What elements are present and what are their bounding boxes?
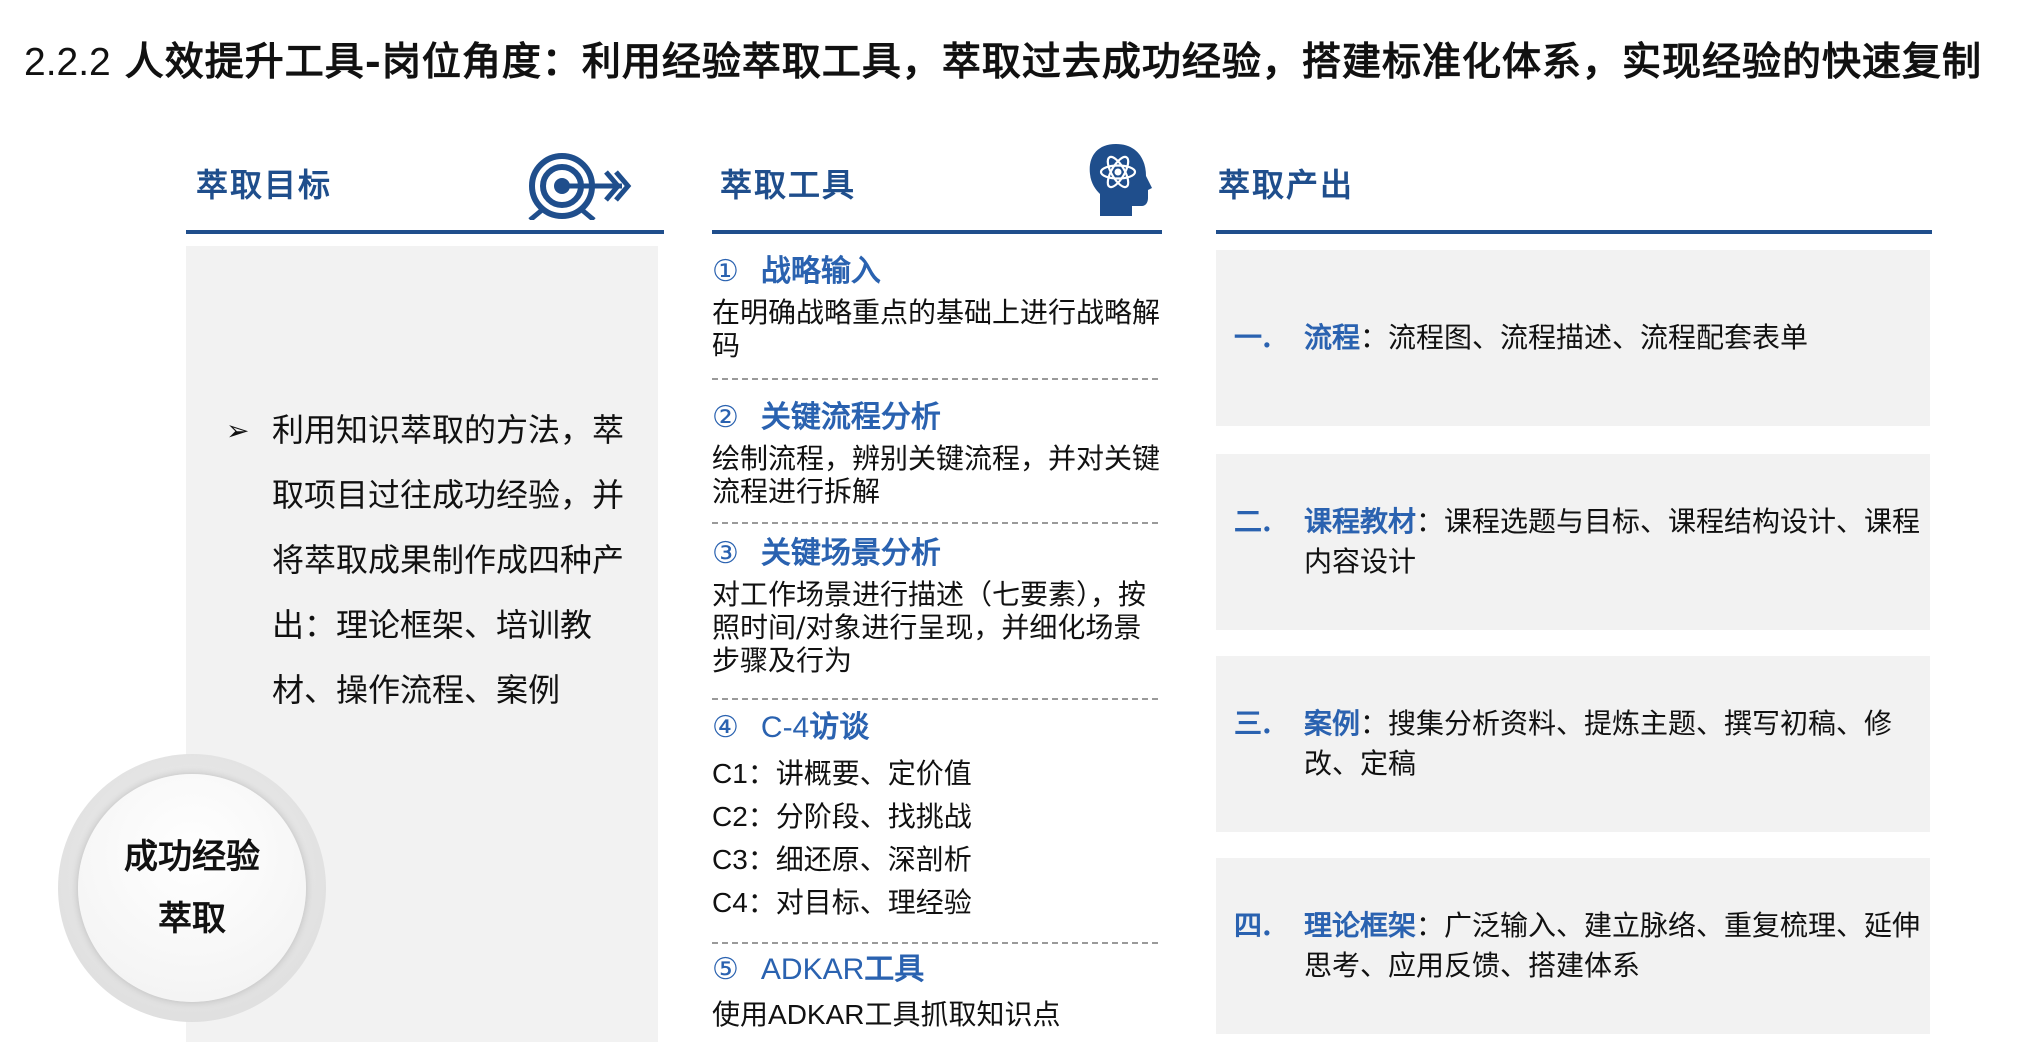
tool-description: 绘制流程，辨别关键流程，并对关键流程进行拆解	[712, 442, 1161, 508]
circle-badge-line2: 萃取	[158, 899, 226, 939]
adkar-desc-latin: ADKAR	[768, 999, 865, 1030]
c4-text: ：分阶段、找挑战	[747, 800, 972, 833]
output-detail: ：搜集分析资料、提炼主题、撰写初稿、修改、定稿	[1304, 707, 1893, 780]
c4-code: C1	[712, 758, 748, 789]
section-number: 2.2.2	[24, 41, 111, 84]
tool-description: 使用ADKAR工具抓取知识点	[712, 998, 1160, 1031]
tool-item-adkar: ⑤ ADKAR工具 使用ADKAR工具抓取知识点	[712, 950, 1160, 1031]
tool-item-strategy-input: ① 战略输入 在明确战略重点的基础上进行战略解码	[712, 252, 1160, 362]
output-item-process: 一. 流程：流程图、流程描述、流程配套表单	[1216, 250, 1930, 426]
divider	[712, 942, 1158, 944]
tool-name: 关键流程分析	[760, 400, 941, 435]
adkar-desc-suffix: 工具抓取知识点	[864, 998, 1061, 1031]
tool-description: 对工作场景进行描述（七要素），按照时间/对象进行呈现，并细化场景步骤及行为	[712, 578, 1147, 677]
tool-name: 关键场景分析	[760, 536, 941, 571]
c4-text: ：对目标、理经验	[747, 886, 972, 919]
c4-line: C2：分阶段、找挑战	[712, 795, 1160, 838]
output-text: 二. 课程教材：课程选题与目标、课程结构设计、课程内容设计	[1234, 502, 1924, 582]
divider	[712, 522, 1158, 524]
c4-text: ：细还原、深剖析	[747, 843, 972, 876]
output-item-case: 三. 案例：搜集分析资料、提炼主题、撰写初稿、修改、定稿	[1216, 656, 1930, 832]
tool-heading: ① 战略输入	[712, 252, 1160, 292]
output-number: 三.	[1234, 707, 1272, 740]
output-text: 三. 案例：搜集分析资料、提炼主题、撰写初稿、修改、定稿	[1234, 704, 1924, 784]
output-item-theory-framework: 四. 理论框架：广泛输入、建立脉络、重复梳理、延伸思考、应用反馈、搭建体系	[1216, 858, 1930, 1034]
brain-atom-icon	[1086, 142, 1154, 218]
tool-name: 战略输入	[760, 254, 881, 289]
c4-line: C3：细还原、深剖析	[712, 838, 1160, 881]
tool-item-c4-interview: ④ C-4访谈 C1：讲概要、定价值 C2：分阶段、找挑战 C3：细还原、深剖析 …	[712, 708, 1160, 924]
c4-text: ：讲概要、定价值	[747, 757, 972, 790]
tool-index: ③	[712, 536, 739, 571]
goal-column-heading: 萃取目标	[196, 166, 333, 204]
adkar-desc-prefix: 使用	[712, 998, 769, 1031]
tool-heading: ② 关键流程分析	[712, 398, 1160, 438]
tool-heading: ③ 关键场景分析	[712, 534, 1160, 574]
c4-line: C1：讲概要、定价值	[712, 752, 1160, 795]
output-item-course-material: 二. 课程教材：课程选题与目标、课程结构设计、课程内容设计	[1216, 454, 1930, 630]
c4-line: C4：对目标、理经验	[712, 881, 1160, 924]
output-detail: ：流程图、流程描述、流程配套表单	[1360, 321, 1809, 354]
tool-name-latin: ADKAR	[760, 953, 865, 986]
divider	[712, 698, 1158, 700]
circle-badge: 成功经验 萃取	[78, 774, 306, 1002]
tool-item-key-scenario: ③ 关键场景分析 对工作场景进行描述（七要素），按照时间/对象进行呈现，并细化场景…	[712, 534, 1160, 677]
output-text: 一. 流程：流程图、流程描述、流程配套表单	[1234, 318, 1924, 358]
outputs-heading-rule	[1216, 230, 1932, 234]
circle-badge-line1: 成功经验	[124, 837, 260, 877]
output-number: 四.	[1234, 909, 1272, 942]
output-label: 理论框架	[1304, 909, 1417, 942]
page-title: 2.2.2 人效提升工具-岗位角度：利用经验萃取工具，萃取过去成功经验，搭建标准化…	[24, 36, 2014, 89]
c4-code: C4	[712, 887, 748, 918]
goal-text: 利用知识萃取的方法，萃取项目过往成功经验，并将萃取成果制作成四种产出：理论框架、…	[272, 411, 625, 709]
tools-column-heading: 萃取工具	[720, 166, 857, 204]
tool-heading: ④ C-4访谈	[712, 708, 1160, 748]
title-text: 人效提升工具-岗位角度：利用经验萃取工具，萃取过去成功经验，搭建标准化体系，实现…	[124, 39, 1982, 85]
tool-index: ④	[712, 710, 739, 745]
tool-index: ②	[712, 400, 739, 435]
output-text: 四. 理论框架：广泛输入、建立脉络、重复梳理、延伸思考、应用反馈、搭建体系	[1234, 906, 1924, 986]
output-label: 课程教材	[1304, 505, 1417, 538]
tool-item-key-process: ② 关键流程分析 绘制流程，辨别关键流程，并对关键流程进行拆解	[712, 398, 1160, 508]
target-arrow-icon	[522, 152, 632, 222]
outputs-column-heading: 萃取产出	[1218, 166, 1355, 204]
tool-description: C1：讲概要、定价值 C2：分阶段、找挑战 C3：细还原、深剖析 C4：对目标、…	[712, 752, 1160, 924]
goal-heading-rule	[186, 230, 664, 234]
output-number: 一.	[1234, 321, 1272, 354]
divider	[712, 378, 1158, 380]
tool-description: 在明确战略重点的基础上进行战略解码	[712, 296, 1161, 362]
output-label: 流程	[1304, 321, 1361, 354]
tool-name-latin: C-4	[760, 711, 810, 744]
c4-code: C3	[712, 844, 748, 875]
tools-heading-rule	[712, 230, 1162, 234]
tool-name: 访谈	[809, 710, 870, 745]
goal-description: ➢ 利用知识萃取的方法，萃取项目过往成功经验，并将萃取成果制作成四种产出：理论框…	[226, 398, 646, 723]
tool-heading: ⑤ ADKAR工具	[712, 950, 1160, 990]
c4-code: C2	[712, 801, 748, 832]
tool-index: ①	[712, 254, 739, 289]
tool-name: 工具	[864, 952, 925, 987]
tool-index: ⑤	[712, 952, 739, 987]
output-label: 案例	[1304, 707, 1361, 740]
output-number: 二.	[1234, 505, 1272, 538]
bullet-arrow-icon: ➢	[226, 414, 250, 447]
